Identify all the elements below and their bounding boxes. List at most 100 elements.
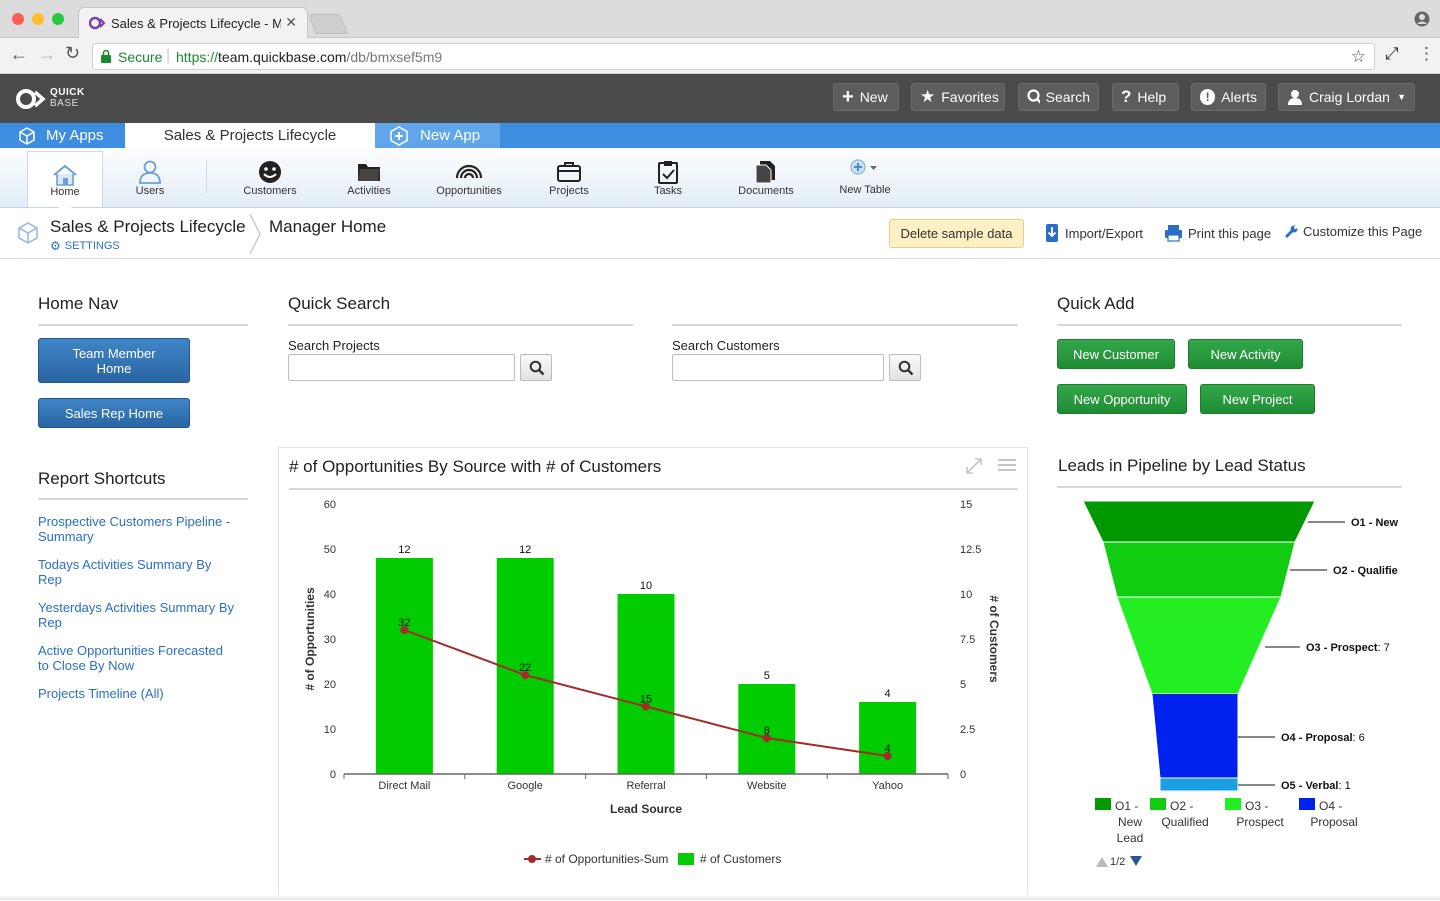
y2-tick-label: 15 xyxy=(960,499,972,511)
search-icon xyxy=(898,360,914,376)
table-item-home[interactable]: Home xyxy=(27,151,103,207)
favorites-button[interactable]: ★ Favorites xyxy=(911,83,1005,111)
x-tick-label: Website xyxy=(747,780,787,792)
help-button[interactable]: ? Help xyxy=(1112,83,1179,111)
fullscreen-icon[interactable]: ⤢ xyxy=(1385,44,1399,64)
customize-page-label: Customize this Page xyxy=(1303,224,1423,239)
funnel-data-label: O4 - Proposal: 6 xyxy=(1281,732,1365,744)
line-value-label: 4 xyxy=(885,743,891,755)
report-link[interactable]: Active Opportunities Forecasted to Close… xyxy=(38,643,233,673)
table-item-label: Documents xyxy=(738,185,794,197)
search-customers-label: Search Customers xyxy=(672,338,780,353)
report-link[interactable]: Prospective Customers Pipeline - Summary xyxy=(38,514,238,544)
funnel-legend-label: Qualified xyxy=(1161,815,1208,829)
url-bar[interactable]: Secure | https://team.quickbase.com/db/b… xyxy=(92,43,1375,70)
table-item-opportunities[interactable]: Opportunities xyxy=(429,148,509,206)
breadcrumb-app-name[interactable]: Sales & Projects Lifecycle xyxy=(50,217,246,237)
profile-icon[interactable] xyxy=(1414,11,1430,27)
y-tick-label: 60 xyxy=(324,499,336,511)
table-item-label: Customers xyxy=(243,185,297,197)
bar-value-label: 12 xyxy=(519,544,531,556)
quickbase-logo[interactable]: QUICK BASE xyxy=(16,85,96,113)
new-app-tab[interactable]: New App xyxy=(375,123,500,148)
current-app-tab[interactable]: Sales & Projects Lifecycle xyxy=(125,123,375,148)
report-link[interactable]: Projects Timeline (All) xyxy=(38,686,238,701)
report-link[interactable]: Todays Activities Summary By Rep xyxy=(38,557,223,587)
new-opportunity-button[interactable]: New Opportunity xyxy=(1057,384,1187,414)
bar-value-label: 12 xyxy=(398,544,410,556)
y-tick-label: 10 xyxy=(324,724,336,736)
x-tick-label: Direct Mail xyxy=(378,780,430,792)
funnel-data-value: : 6 xyxy=(1353,732,1365,744)
url-path: /db/bmxsef5m9 xyxy=(346,49,443,65)
new-project-button[interactable]: New Project xyxy=(1200,384,1315,414)
sales-rep-home-button[interactable]: Sales Rep Home xyxy=(38,398,190,428)
printer-icon xyxy=(1165,225,1182,242)
funnel-segment xyxy=(1082,500,1316,543)
browser-tab[interactable]: Sales & Projects Lifecycle - Ma ✕ xyxy=(78,7,308,39)
table-item-new-table[interactable]: New Table xyxy=(830,148,900,206)
alerts-button-label: Alerts xyxy=(1221,89,1257,105)
legend-label: # of Customers xyxy=(700,852,781,866)
new-opportunity-label: New Opportunity xyxy=(1073,391,1171,407)
back-icon[interactable]: ← xyxy=(10,44,28,65)
search-projects-input[interactable] xyxy=(288,354,515,381)
y-tick-label: 0 xyxy=(330,769,336,781)
funnel-legend-swatch xyxy=(1150,798,1166,810)
new-app-cube-icon xyxy=(390,125,408,146)
funnel-segment-neck xyxy=(1152,694,1238,704)
print-page-label: Print this page xyxy=(1188,225,1272,241)
table-bar: Home Users Customers Activities Opportun… xyxy=(0,148,1440,221)
legend-next-page-icon xyxy=(1130,856,1142,866)
alert-icon: ! xyxy=(1200,89,1216,105)
caret-down-icon: ▼ xyxy=(1397,92,1406,102)
print-page-link[interactable]: Print this page xyxy=(1164,224,1271,242)
search-customers-button[interactable] xyxy=(889,354,921,381)
search-customers-input[interactable] xyxy=(672,354,884,381)
customize-page-link[interactable]: Customize this Page xyxy=(1284,224,1422,239)
url-separator: | xyxy=(166,47,171,64)
new-project-label: New Project xyxy=(1222,391,1293,407)
minimize-window-button[interactable] xyxy=(32,13,44,25)
search-button[interactable]: Search xyxy=(1018,83,1099,111)
import-export-link[interactable]: Import/Export xyxy=(1045,223,1143,243)
report-shortcuts-title: Report Shortcuts xyxy=(38,469,166,488)
table-item-users[interactable]: Users xyxy=(115,148,185,206)
funnel-data-value: : 1 xyxy=(1338,780,1350,792)
logo-text-bottom: BASE xyxy=(50,98,79,109)
close-window-button[interactable] xyxy=(12,13,24,25)
my-apps-tab[interactable]: My Apps xyxy=(0,123,125,148)
reload-icon[interactable]: ↻ xyxy=(65,43,80,64)
table-item-customers[interactable]: Customers xyxy=(235,148,305,206)
browser-tab-bar: Sales & Projects Lifecycle - Ma ✕ xyxy=(0,0,1440,39)
table-item-label: Home xyxy=(50,186,80,198)
forward-icon[interactable]: → xyxy=(38,44,56,65)
table-item-tasks[interactable]: Tasks xyxy=(633,148,703,206)
funnel-segment xyxy=(1102,541,1296,598)
new-customer-button[interactable]: New Customer xyxy=(1057,339,1175,369)
new-activity-button[interactable]: New Activity xyxy=(1188,339,1303,369)
bookmark-star-icon[interactable]: ☆ xyxy=(1351,47,1366,67)
delete-sample-data-label: Delete sample data xyxy=(900,226,1013,241)
table-item-activities[interactable]: Activities xyxy=(334,148,404,206)
menu-kebab-icon[interactable]: ⋮ xyxy=(1418,44,1435,64)
new-tab-button[interactable] xyxy=(308,14,348,34)
new-button[interactable]: + New xyxy=(833,83,899,111)
close-tab-icon[interactable]: ✕ xyxy=(285,14,297,31)
settings-link[interactable]: ⚙ SETTINGS xyxy=(50,239,120,253)
user-menu-button[interactable]: Craig Lordan ▼ xyxy=(1278,83,1415,111)
table-item-documents[interactable]: Documents xyxy=(731,148,801,206)
new-button-label: New xyxy=(859,89,888,105)
cube-icon xyxy=(19,126,35,145)
add-table-icon xyxy=(850,159,877,175)
report-link[interactable]: Yesterdays Activities Summary By Rep xyxy=(38,600,238,630)
settings-label: SETTINGS xyxy=(64,240,120,252)
alerts-button[interactable]: ! Alerts xyxy=(1191,83,1266,111)
maximize-window-button[interactable] xyxy=(52,13,64,25)
y2-tick-label: 7.5 xyxy=(960,634,975,646)
team-member-home-button[interactable]: Team Member Home xyxy=(38,338,190,383)
search-projects-button[interactable] xyxy=(520,354,552,381)
table-item-projects[interactable]: Projects xyxy=(534,148,604,206)
wrench-icon xyxy=(1285,225,1298,238)
delete-sample-data-button[interactable]: Delete sample data xyxy=(889,219,1024,248)
